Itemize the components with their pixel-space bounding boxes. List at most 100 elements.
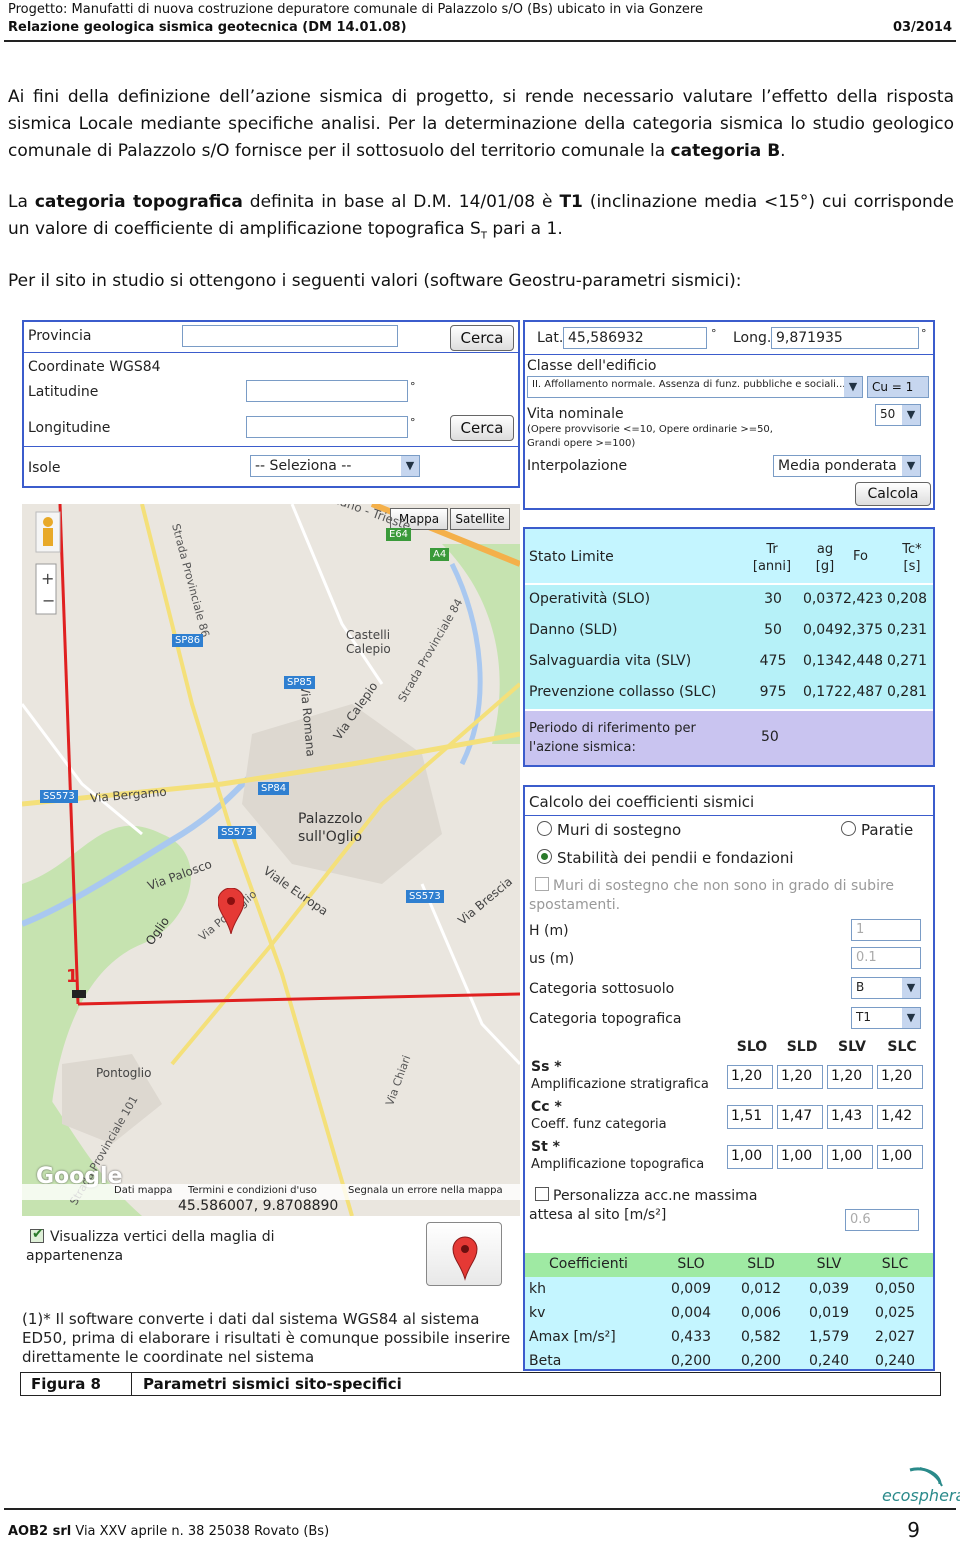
us-input[interactable]: 0.1	[851, 947, 921, 969]
pers-input[interactable]: 0.6	[845, 1209, 919, 1231]
classe-select[interactable]: II. Affollamento normale. Assenza di fun…	[527, 376, 863, 398]
cc-desc: Coeff. funz categoria	[531, 1117, 667, 1132]
cc-value-box[interactable]: 1,42	[877, 1105, 923, 1129]
stab-radio[interactable]	[537, 849, 552, 864]
coeff-table-header: SLO	[677, 1256, 705, 1272]
ss-value-box[interactable]: 1,20	[777, 1065, 823, 1089]
cu-badge: Cu = 1	[867, 376, 929, 398]
longitudine-label: Longitudine	[28, 420, 111, 436]
coeff-table-header: Coefficienti	[549, 1256, 628, 1272]
paragraph-1: Ai fini della definizione dell’azione si…	[8, 87, 954, 161]
road-shield: SS573	[218, 826, 256, 839]
limit-row-label: Salvaguardia vita (SLV)	[529, 653, 692, 669]
provincia-label: Provincia	[28, 328, 92, 344]
paratie-radio[interactable]	[841, 821, 856, 836]
limit-row-value: 975	[759, 684, 787, 700]
map-pin-icon[interactable]	[218, 888, 244, 934]
coeff-panel: Calcolo dei coefficienti sismici Muri di…	[523, 785, 935, 1371]
road-shield: E64	[386, 528, 412, 541]
cc-value-box[interactable]: 1,43	[827, 1105, 873, 1129]
chevron-down-icon: ▼	[902, 978, 920, 998]
vita-select[interactable]: 50 ▼	[875, 404, 921, 426]
lat-input[interactable]: 45,586932	[563, 327, 707, 349]
limits-header-tr: Tr [anni]	[752, 542, 792, 574]
pin-button[interactable]	[426, 1222, 502, 1286]
st-value-box[interactable]: 1,00	[877, 1145, 923, 1169]
road-shield: SS573	[406, 890, 444, 903]
visualizza-label: Visualizza vertici della maglia di appar…	[26, 1229, 275, 1264]
map-label-palazzolo: Palazzolo sull'Oglio	[298, 811, 363, 845]
coeff-row-value: 0,433	[670, 1329, 712, 1345]
muri2-label: Muri di sostegno che non sono in grado d…	[529, 878, 895, 913]
cat-top-select[interactable]: T1 ▼	[851, 1007, 921, 1029]
st-value-box[interactable]: 1,00	[777, 1145, 823, 1169]
map-coords: 45.586007, 9.8708890	[178, 1198, 339, 1214]
limit-row-value: 2,448	[843, 653, 884, 669]
coeff-row-value: 0,025	[874, 1305, 916, 1321]
limit-row-value: 0,134	[802, 653, 844, 669]
coeff-row-value: 2,027	[874, 1329, 916, 1345]
ss-value-box[interactable]: 1,20	[727, 1065, 773, 1089]
road-shield: SP85	[284, 676, 316, 689]
limit-row-value: 0,208	[886, 591, 928, 607]
latitudine-input[interactable]	[246, 380, 408, 402]
footer-address: AOB2 srl Via XXV aprile n. 38 25038 Rova…	[8, 1524, 330, 1539]
coeff-row-value: 0,019	[808, 1305, 850, 1321]
zoom-in-icon[interactable]	[36, 564, 56, 588]
limit-row-label: Prevenzione collasso (SLC)	[529, 684, 717, 700]
footer-rule	[4, 1508, 956, 1510]
limit-row-value: 0,231	[886, 622, 928, 638]
coeff-row-label: kh	[529, 1281, 546, 1297]
map-terms-link[interactable]: Termini e condizioni d'uso	[188, 1185, 317, 1196]
col-sld: SLD	[786, 1039, 818, 1055]
muri-radio[interactable]	[537, 821, 552, 836]
isole-label: Isole	[28, 460, 61, 476]
map-report-link[interactable]: Segnala un errore nella mappa	[348, 1185, 503, 1196]
cc-value-box[interactable]: 1,47	[777, 1105, 823, 1129]
limit-row-value: 0,281	[886, 684, 928, 700]
coeff-row-value: 0,582	[740, 1329, 782, 1345]
coeff-row-value: 0,004	[670, 1305, 712, 1321]
coord-label: Coordinate WGS84	[28, 359, 161, 375]
ss-value-box[interactable]: 1,20	[877, 1065, 923, 1089]
cc-value-box[interactable]: 1,51	[727, 1105, 773, 1129]
coeff-row-value: 0,009	[670, 1281, 712, 1297]
limit-row-label: Operatività (SLO)	[529, 591, 651, 607]
cat-sott-select[interactable]: B ▼	[851, 977, 921, 999]
longitudine-input[interactable]	[246, 416, 408, 438]
isole-select[interactable]: -- Seleziona -- ▼	[250, 455, 420, 477]
limit-row-value: 2,487	[843, 684, 884, 700]
map-data-link[interactable]: Dati mappa	[114, 1185, 172, 1196]
classe-label: Classe dell'edificio	[527, 358, 657, 374]
limit-row-value: 0,037	[802, 591, 844, 607]
cerca-coord-button[interactable]: Cerca	[450, 415, 514, 441]
long-input[interactable]: 9,871935	[771, 327, 919, 349]
satellite-button[interactable]: Satellite	[450, 508, 510, 530]
limits-panel: Stato Limite Tr [anni] ag [g] Fo Tc* [s]…	[523, 527, 935, 767]
st-value-box[interactable]: 1,00	[727, 1145, 773, 1169]
zoom-out-icon[interactable]	[36, 590, 56, 614]
vertex-marker-label: 1	[66, 966, 79, 987]
paragraph-3: Per il sito in studio si ottengono i seg…	[8, 271, 742, 291]
limits-header-stato: Stato Limite	[529, 549, 614, 565]
st-value-box[interactable]: 1,00	[827, 1145, 873, 1169]
interp-select[interactable]: Media ponderata ▼	[773, 455, 921, 477]
chevron-down-icon: ▼	[844, 377, 862, 397]
cerca-provincia-button[interactable]: Cerca	[450, 325, 514, 351]
road-shield: A4	[430, 548, 450, 561]
h-input[interactable]: 1	[851, 919, 921, 941]
caption-text: Parametri sismici sito-specifici	[143, 1375, 402, 1393]
site-panel: Lat. 45,586932 ° Long. 9,871935 ° Classe…	[523, 320, 935, 510]
calcola-button[interactable]: Calcola	[855, 482, 931, 506]
provincia-input[interactable]	[182, 325, 398, 347]
cat-top-label: Categoria topografica	[529, 1011, 682, 1027]
periodo-value: 50	[761, 729, 779, 745]
road-shield: SS573	[40, 790, 78, 803]
ss-label: Ss *	[531, 1059, 562, 1075]
limit-row-value: 0,049	[802, 622, 844, 638]
map-view[interactable]: + − Mappa Satellite Milano - Trieste Cas…	[22, 504, 520, 1216]
limit-row-value: 50	[764, 622, 782, 638]
coeff-row-value: 0,240	[808, 1353, 850, 1369]
ss-value-box[interactable]: 1,20	[827, 1065, 873, 1089]
limit-row-label: Danno (SLD)	[529, 622, 618, 638]
